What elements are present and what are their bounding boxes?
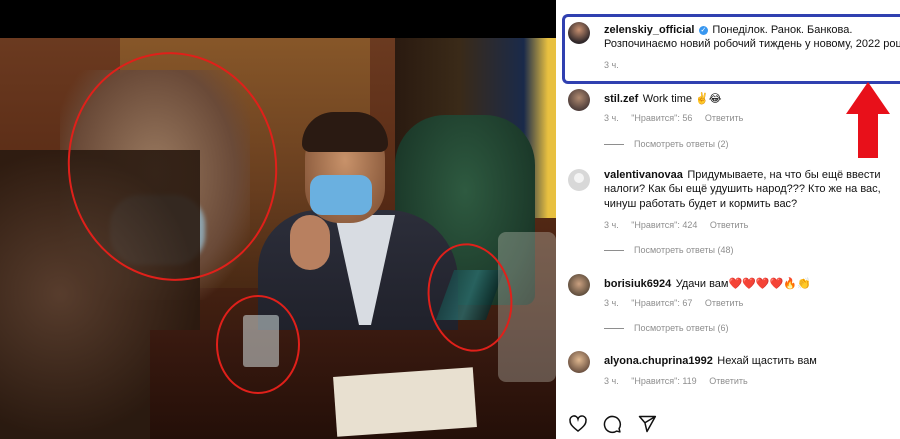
reply-button[interactable]: Ответить xyxy=(710,220,748,230)
avatar[interactable] xyxy=(568,351,590,373)
avatar[interactable] xyxy=(568,169,590,191)
comment-likes[interactable]: "Нравится": 424 xyxy=(631,220,697,230)
comment-likes[interactable]: "Нравится": 67 xyxy=(631,298,692,308)
reply-button[interactable]: Ответить xyxy=(705,298,743,308)
comment-time: 3 ч. xyxy=(604,220,619,230)
post-actions xyxy=(568,414,667,434)
avatar[interactable] xyxy=(568,89,590,111)
view-replies-button[interactable]: Посмотреть ответы (2) xyxy=(604,139,729,149)
comment-text-line1: Придумываете, на что бы ещё ввести xyxy=(687,169,881,181)
photo-black-band xyxy=(0,0,556,38)
heart-icon[interactable] xyxy=(568,414,588,434)
comment-username[interactable]: stil.zef xyxy=(604,93,638,105)
man-hair xyxy=(302,112,388,152)
comment-1: stil.zef Work time ✌️😂 xyxy=(604,89,722,107)
comment-3: borisiuk6924 Удачи вам❤️❤️❤️❤️🔥👏 xyxy=(604,274,811,292)
comment-text: Удачи вам❤️❤️❤️❤️🔥👏 xyxy=(675,278,811,290)
man-hand xyxy=(290,215,330,270)
comment-icon[interactable] xyxy=(602,414,622,434)
verified-icon: ✓ xyxy=(698,26,708,35)
comment-meta: 3 ч. "Нравится": 56 Ответить xyxy=(604,113,753,123)
view-replies-label: Посмотреть ответы (6) xyxy=(634,323,729,333)
replies-divider xyxy=(604,250,624,252)
comment-meta: 3 ч. "Нравится": 119 Ответить xyxy=(604,376,758,386)
comment-text: Нехай щастить вам xyxy=(717,355,817,367)
caption-text-line1: Понеділок. Ранок. Банкова. xyxy=(712,24,853,36)
annotation-circle-glass xyxy=(216,295,300,394)
comment-username[interactable]: borisiuk6924 xyxy=(604,278,671,290)
comments-panel: zelenskiy_official ✓ Понеділок. Ранок. Б… xyxy=(556,0,900,439)
papers xyxy=(333,367,477,437)
reply-button[interactable]: Ответить xyxy=(705,113,743,123)
comment-4: alyona.chuprina1992 Нехай щастить вам xyxy=(604,351,817,369)
avatar[interactable] xyxy=(568,274,590,296)
comment-meta: 3 ч. "Нравится": 67 Ответить xyxy=(604,298,753,308)
comment-time: 3 ч. xyxy=(604,376,619,386)
caption-time: 3 ч. xyxy=(604,60,619,70)
view-replies-button[interactable]: Посмотреть ответы (6) xyxy=(604,323,729,333)
replies-divider xyxy=(604,144,624,146)
replies-divider xyxy=(604,328,624,330)
man-face-mask xyxy=(310,175,372,215)
view-replies-button[interactable]: Посмотреть ответы (48) xyxy=(604,245,734,255)
view-replies-label: Посмотреть ответы (48) xyxy=(634,245,734,255)
comment-username[interactable]: alyona.chuprina1992 xyxy=(604,355,713,367)
view-replies-label: Посмотреть ответы (2) xyxy=(634,139,729,149)
caption-username[interactable]: zelenskiy_official xyxy=(604,24,695,36)
comment-meta: 3 ч. "Нравится": 424 Ответить xyxy=(604,220,758,230)
caption-text-line2: Розпочинаємо новий робочий тиждень у нов… xyxy=(604,38,900,50)
post-photo xyxy=(0,0,556,439)
comment-text: Work time ✌️😂 xyxy=(642,93,722,105)
comment-time: 3 ч. xyxy=(604,113,619,123)
reply-button[interactable]: Ответить xyxy=(709,376,747,386)
comment-likes[interactable]: "Нравится": 119 xyxy=(631,376,696,386)
red-arrow-up-icon xyxy=(846,82,890,158)
comment-text-line2: налоги? Как бы ещё удушить народ??? Кто … xyxy=(604,183,881,195)
comment-time: 3 ч. xyxy=(604,298,619,308)
avatar[interactable] xyxy=(568,22,590,44)
comment-text-line3: чинуш работать будет и кормить вас? xyxy=(604,198,798,210)
comment-likes[interactable]: "Нравится": 56 xyxy=(631,113,692,123)
comment-username[interactable]: valentivanovaa xyxy=(604,169,683,181)
share-icon[interactable] xyxy=(637,414,657,434)
